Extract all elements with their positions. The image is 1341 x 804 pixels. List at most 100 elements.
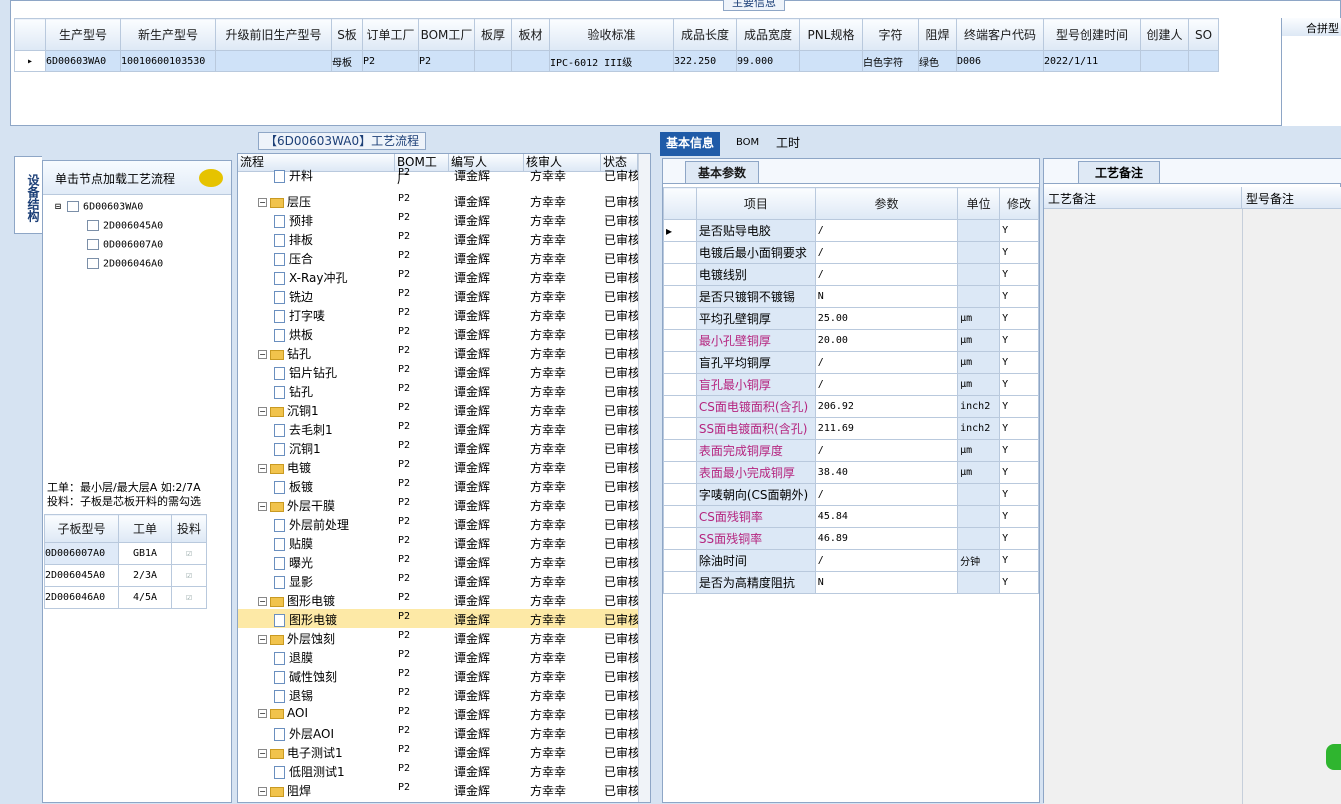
flow-row[interactable]: 图形电镀 P2 谭金辉 方幸幸 已审核 <box>238 609 638 628</box>
flow-row[interactable]: 阻焊前处理P2谭金辉方幸幸已审核 <box>238 799 638 802</box>
param-item[interactable]: 表面完成铜厚度 <box>695 439 816 462</box>
flow-title-tab[interactable]: 【6D00603WA0】工艺流程 <box>258 132 427 150</box>
flow-row[interactable]: 外层AOI P2 谭金辉 方幸幸 已审核 <box>238 723 638 742</box>
flow-row[interactable]: − 外层干膜 P2 谭金辉 方幸幸 已审核 <box>238 495 638 514</box>
tab-basic-info[interactable]: 基本信息 <box>660 132 721 156</box>
tab-bom[interactable]: BOM <box>730 132 765 156</box>
param-value[interactable]: 211.69 <box>814 417 959 440</box>
cell[interactable]: P2 <box>418 50 475 72</box>
param-item[interactable]: SS面残铜率 <box>695 527 816 550</box>
flow-row[interactable]: 退膜 P2 谭金辉 方幸幸 已审核 <box>238 647 638 666</box>
col-value[interactable]: 参数 <box>814 187 959 220</box>
tree-root[interactable]: ⊟ 6D00603WA0 <box>55 201 143 213</box>
param-modify[interactable]: Y <box>999 351 1039 374</box>
cell[interactable] <box>1188 50 1219 72</box>
param-item[interactable]: 是否为高精度阻抗 <box>695 571 816 594</box>
col-header[interactable]: 终端客户代码 <box>956 18 1044 51</box>
collapse-icon[interactable]: − <box>258 198 267 207</box>
param-item[interactable]: 表面最小完成铜厚 <box>695 461 816 484</box>
param-row[interactable]: ▸ 是否贴导电胶 / Y <box>663 219 1039 242</box>
flow-row[interactable]: 去毛刺1 P2 谭金辉 方幸幸 已审核 <box>238 419 638 438</box>
param-row[interactable]: 电镀后最小面铜要求 / Y <box>663 241 1039 264</box>
param-unit[interactable]: μm <box>957 373 1001 396</box>
param-value[interactable]: 206.92 <box>814 395 959 418</box>
cell[interactable]: 6D00603WA0 <box>45 50 121 72</box>
col-header[interactable]: 板材 <box>511 18 550 51</box>
col-item[interactable]: 项目 <box>695 187 816 220</box>
flow-row[interactable]: 烘板 P2 谭金辉 方幸幸 已审核 <box>238 324 638 343</box>
collapse-icon[interactable]: − <box>258 350 267 359</box>
flow-row[interactable]: 曝光 P2 谭金辉 方幸幸 已审核 <box>238 552 638 571</box>
param-unit[interactable]: μm <box>957 351 1001 374</box>
param-value[interactable]: / <box>814 351 959 374</box>
flow-row[interactable]: 打字唛 P2 谭金辉 方幸幸 已审核 <box>238 305 638 324</box>
param-item[interactable]: 平均孔壁铜厚 <box>695 307 816 330</box>
param-item[interactable]: CS面电镀面积(含孔) <box>695 395 816 418</box>
param-item[interactable]: SS面电镀面积(含孔) <box>695 417 816 440</box>
param-modify[interactable]: Y <box>999 461 1039 484</box>
param-unit[interactable]: μm <box>957 461 1001 484</box>
col-header[interactable]: BOM工厂 <box>418 18 475 51</box>
param-value[interactable]: 38.40 <box>814 461 959 484</box>
param-unit[interactable] <box>957 241 1001 264</box>
col-header[interactable]: 成品宽度 <box>736 18 800 51</box>
param-unit[interactable]: μm <box>957 307 1001 330</box>
param-item[interactable]: 盲孔最小铜厚 <box>695 373 816 396</box>
param-unit[interactable] <box>957 527 1001 550</box>
tree-node[interactable]: 0D006007A0 <box>87 239 163 251</box>
param-row[interactable]: 表面最小完成铜厚 38.40 μm Y <box>663 461 1039 484</box>
param-modify[interactable]: Y <box>999 307 1039 330</box>
param-unit[interactable]: inch2 <box>957 395 1001 418</box>
remark-tab[interactable]: 工艺备注 <box>1078 161 1161 184</box>
flow-row[interactable]: 低阻测试1 P2 谭金辉 方幸幸 已审核 <box>238 761 638 780</box>
param-unit[interactable] <box>957 571 1001 594</box>
param-value[interactable]: / <box>814 549 959 572</box>
flow-row[interactable]: − AOI P2 谭金辉 方幸幸 已审核 <box>238 704 638 723</box>
param-modify[interactable]: Y <box>999 373 1039 396</box>
param-unit[interactable] <box>957 483 1001 506</box>
param-row[interactable]: CS面电镀面积(含孔) 206.92 inch2 Y <box>663 395 1039 418</box>
flow-row[interactable]: − 沉铜1 P2 谭金辉 方幸幸 已审核 <box>238 400 638 419</box>
param-unit[interactable]: μm <box>957 439 1001 462</box>
col-unit[interactable]: 单位 <box>957 187 1001 220</box>
flow-row[interactable]: 外层前处理 P2 谭金辉 方幸幸 已审核 <box>238 514 638 533</box>
param-value[interactable]: N <box>814 571 959 594</box>
param-modify[interactable]: Y <box>999 483 1039 506</box>
cell[interactable] <box>799 50 863 72</box>
param-modify[interactable]: Y <box>999 439 1039 462</box>
param-modify[interactable]: Y <box>999 395 1039 418</box>
checkbox-icon[interactable]: ☑ <box>171 564 207 587</box>
cell[interactable]: 99.000 <box>736 50 800 72</box>
flow-row[interactable]: − 电镀 P2 谭金辉 方幸幸 已审核 <box>238 457 638 476</box>
param-modify[interactable]: Y <box>999 505 1039 528</box>
param-modify[interactable]: Y <box>999 329 1039 352</box>
param-item[interactable]: 电镀线别 <box>695 263 816 286</box>
col-header[interactable]: 验收标准 <box>549 18 674 51</box>
param-item[interactable]: 电镀后最小面铜要求 <box>695 241 816 264</box>
param-value[interactable]: 20.00 <box>814 329 959 352</box>
cell[interactable] <box>1140 50 1189 72</box>
cell[interactable]: 母板 <box>331 50 363 72</box>
flow-row[interactable]: 铝片钻孔 P2 谭金辉 方幸幸 已审核 <box>238 362 638 381</box>
param-row[interactable]: 最小孔壁铜厚 20.00 μm Y <box>663 329 1039 352</box>
param-item[interactable]: 最小孔壁铜厚 <box>695 329 816 352</box>
flow-row[interactable]: 排板 P2 谭金辉 方幸幸 已审核 <box>238 229 638 248</box>
tree-node[interactable]: 2D006046A0 <box>87 258 163 270</box>
param-row[interactable]: 盲孔最小铜厚 / μm Y <box>663 373 1039 396</box>
cell[interactable]: 10010600103530 <box>120 50 216 72</box>
flow-row[interactable]: − 阻焊 P2 谭金辉 方幸幸 已审核 <box>238 780 638 799</box>
collapse-icon[interactable]: − <box>258 597 267 606</box>
basic-params-tab[interactable]: 基本参数 <box>685 161 760 184</box>
col-workorder[interactable]: 工单 <box>118 514 172 543</box>
flow-row[interactable]: − 钻孔 P2 谭金辉 方幸幸 已审核 <box>238 343 638 362</box>
param-item[interactable]: 是否只镀铜不镀锡 <box>695 285 816 308</box>
remark-body[interactable] <box>1044 209 1341 804</box>
col-process-remark[interactable]: 工艺备注 <box>1044 187 1242 209</box>
main-info-tab[interactable]: 主要信息 <box>723 0 785 11</box>
col-feed[interactable]: 投料 <box>171 514 207 543</box>
col-header[interactable]: 成品长度 <box>673 18 737 51</box>
param-modify[interactable]: Y <box>999 527 1039 550</box>
col-subboard[interactable]: 子板型号 <box>44 514 119 543</box>
param-modify[interactable]: Y <box>999 263 1039 286</box>
col-header[interactable]: 新生产型号 <box>120 18 216 51</box>
